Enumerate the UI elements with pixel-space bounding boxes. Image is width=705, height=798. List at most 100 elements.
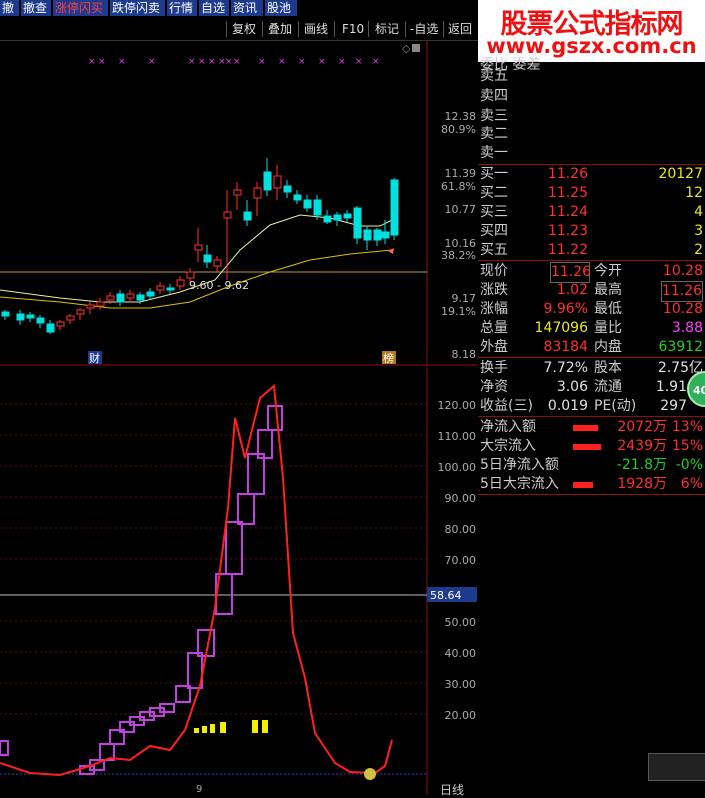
price-tick: 19.1%	[441, 305, 476, 318]
candle-body	[213, 259, 222, 267]
candle-body	[233, 189, 242, 196]
eps-value: 0.019	[547, 398, 588, 414]
indicator-boxes	[0, 405, 283, 775]
toolbar-button-limit-up-buy[interactable]: 涨停闪买	[53, 0, 108, 16]
divider	[262, 21, 263, 37]
ask-row[interactable]: 卖二	[478, 125, 705, 144]
indicator-tick: 30.00	[445, 678, 477, 691]
ask-row[interactable]: 卖五	[478, 67, 705, 86]
ask-row[interactable]: 卖三	[478, 107, 705, 126]
high-label: 最高	[594, 282, 622, 298]
candle-body	[243, 211, 252, 221]
ask-row[interactable]: 卖四	[478, 87, 705, 106]
bid-row[interactable]: 买三 11.24 4	[478, 203, 705, 222]
inner-label: 内盘	[594, 339, 622, 355]
candles	[1, 158, 399, 334]
bid-volume: 3	[694, 223, 703, 239]
now-price-label: 现价	[480, 263, 508, 279]
toolbar-button-watchlist[interactable]: 自选	[199, 0, 229, 16]
candle-body	[373, 229, 382, 241]
signal-bar	[252, 720, 258, 733]
price-tick: 61.8%	[441, 180, 476, 193]
toolbar-button-quotes[interactable]: 行情	[167, 0, 197, 16]
eps-label: 收益(三)	[480, 398, 533, 414]
candle-body	[390, 179, 399, 236]
pe-value: 297	[660, 398, 687, 414]
divider	[405, 21, 406, 37]
price-tick: 10.77	[445, 203, 477, 216]
flow-row[interactable]: 5日大宗流入 1928万 6%	[478, 475, 705, 494]
kline-chart[interactable]: ◇ × × × × × × × × × × × × × × × × × 12.38 80.9% 11.39 61…	[0, 40, 478, 367]
watermark-url: www.gszx.com.cn	[486, 34, 697, 58]
scroll-icon[interactable]	[412, 44, 420, 52]
bid-row[interactable]: 买二 11.25 12	[478, 184, 705, 203]
candle-body	[176, 279, 185, 287]
divider	[478, 494, 705, 495]
diamond-icon[interactable]: ◇	[402, 42, 411, 55]
divider	[298, 21, 299, 37]
flow-amount: 2072万	[617, 419, 667, 435]
candle-body	[86, 304, 95, 309]
bid-label: 买二	[480, 185, 508, 201]
indicator-chart[interactable]: 120.00 110.00 100.00 90.00 80.00 70.00 5…	[0, 368, 478, 795]
open-value: 10.28	[662, 263, 703, 279]
toolbar-button-stock-pool[interactable]: 股池	[265, 0, 297, 16]
candle-body	[46, 323, 55, 333]
flow-pct: -0%	[675, 457, 703, 473]
draw-line-button[interactable]: 画线	[304, 20, 328, 38]
flow-amount: 2439万	[617, 438, 667, 454]
back-button[interactable]: 返回	[448, 20, 472, 38]
f10-button[interactable]: F10	[342, 20, 364, 38]
ask-label: 卖五	[480, 68, 508, 84]
toolbar-button-news[interactable]: 资讯	[231, 0, 263, 16]
keyboard-icon[interactable]	[648, 753, 705, 781]
flow-row[interactable]: 大宗流入 2439万 15%	[478, 437, 705, 456]
mark-button[interactable]: 标记	[375, 20, 399, 38]
candle-body	[283, 185, 292, 193]
indicator-tick: 90.00	[445, 492, 477, 505]
restore-rights-button[interactable]: 复权	[232, 20, 256, 38]
divider	[478, 416, 705, 417]
bid-row[interactable]: 买五 11.22 2	[478, 241, 705, 260]
ask-row[interactable]: 卖一	[478, 144, 705, 163]
candle-body	[36, 317, 45, 324]
period-label[interactable]: 日线	[440, 781, 464, 798]
reference-value: 58.64	[430, 589, 462, 602]
signal-mark: ×	[233, 57, 241, 67]
inner-value: 63912	[658, 339, 703, 355]
bid-row[interactable]: 买一 11.26 20127	[478, 165, 705, 184]
indicator-box	[247, 453, 265, 495]
arrow-icon	[388, 248, 394, 254]
bid-volume: 20127	[658, 166, 703, 182]
candle-body	[136, 294, 145, 301]
overlay-button[interactable]: 叠加	[268, 20, 292, 38]
toolbar-button-withdraw-query[interactable]: 撤查	[21, 0, 51, 16]
candle-body	[194, 244, 203, 251]
signal-mark: ×	[88, 57, 96, 67]
candle-body	[353, 207, 362, 239]
bid-row[interactable]: 买四 11.23 3	[478, 222, 705, 241]
add-watchlist-button[interactable]: -自选	[410, 20, 438, 38]
pct-change-label: 涨幅	[480, 301, 508, 317]
flow-row[interactable]: 净流入额 2072万 13%	[478, 418, 705, 437]
ma-value-label: 9.60 - 9.62	[189, 279, 249, 292]
flow-label: 净流入额	[480, 419, 536, 435]
float-value: 1.91	[655, 379, 687, 395]
candle-body	[323, 215, 332, 223]
low-label: 最低	[594, 301, 622, 317]
change-label: 涨跌	[480, 282, 508, 298]
flow-row[interactable]: 5日净流入额 -21.8万 -0%	[478, 456, 705, 475]
toolbar-button-withdraw[interactable]: 撤	[0, 0, 19, 16]
candle-body	[263, 171, 272, 191]
candle-body	[126, 293, 135, 299]
indicator-tick: 120.00	[438, 399, 477, 412]
bid-label: 买五	[480, 242, 508, 258]
toolbar-button-limit-down-sell[interactable]: 跌停闪卖	[110, 0, 165, 16]
finance-event-label: 财	[89, 351, 100, 365]
candle-body	[1, 311, 10, 317]
bid-price: 11.25	[547, 185, 588, 201]
bid-volume: 12	[685, 185, 703, 201]
signal-bar	[220, 722, 226, 733]
signal-mark: ×	[188, 57, 196, 67]
chart-toolbar: 复权 叠加 画线 F10 标记 -自选 返回	[0, 18, 478, 41]
